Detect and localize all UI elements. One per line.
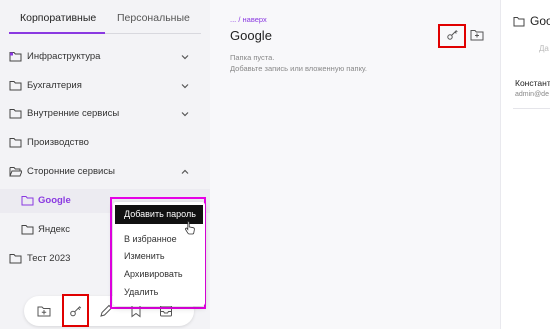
add-folder-button[interactable]	[35, 302, 53, 320]
active-tab-indicator	[9, 32, 105, 34]
tree-item-accounting[interactable]: Бухгалтерия	[0, 74, 210, 98]
breadcrumb[interactable]: ... / наверх	[230, 15, 267, 24]
folder-icon	[21, 225, 34, 235]
folder-shared-icon	[9, 52, 22, 62]
tree-item-label: Инфраструктура	[27, 51, 101, 62]
tree-item-label: Тест 2023	[27, 253, 71, 264]
add-folder-icon	[37, 306, 51, 317]
favorite-menu-item[interactable]: В избранное	[124, 234, 177, 244]
chevron-down-icon[interactable]	[180, 109, 190, 119]
details-title: Goo	[530, 14, 550, 28]
folder-icon	[9, 81, 22, 91]
folder-open-icon	[9, 167, 22, 177]
user-name: Констант	[515, 78, 550, 88]
chevron-down-icon[interactable]	[180, 81, 190, 91]
page-title: Google	[230, 28, 272, 43]
toolbar-key-highlight	[62, 294, 89, 327]
edit-menu-item[interactable]: Изменить	[124, 251, 165, 261]
folder-icon	[9, 254, 22, 264]
tree-item-third-party-services[interactable]: Сторонние сервисы	[0, 160, 210, 184]
folder-icon	[21, 196, 34, 206]
empty-state-title: Папка пуста.	[230, 53, 275, 62]
details-tab[interactable]: Да	[539, 44, 549, 53]
tree-item-internal-services[interactable]: Внутренние сервисы	[0, 102, 210, 126]
folder-icon	[513, 17, 525, 27]
tree-item-label: Внутренние сервисы	[27, 108, 120, 119]
vault-tabs: Корпоративные Персональные	[0, 0, 210, 38]
chevron-up-icon[interactable]	[180, 167, 190, 177]
folder-icon	[9, 109, 22, 119]
tree-item-label: Производство	[27, 137, 89, 148]
tree-item-label: Сторонние сервисы	[27, 166, 115, 177]
folder-content-panel	[210, 0, 500, 329]
tree-item-infrastructure[interactable]: Инфраструктура	[0, 45, 210, 69]
tree-item-label: Яндекс	[38, 224, 70, 235]
tab-corporate[interactable]: Корпоративные	[20, 12, 96, 24]
tree-item-label: Google	[38, 195, 71, 206]
hand-cursor-icon	[184, 221, 195, 235]
add-folder-icon[interactable]	[470, 29, 484, 41]
delete-menu-item[interactable]: Удалить	[124, 287, 158, 297]
details-divider	[513, 108, 550, 109]
user-email: admin@de	[515, 91, 549, 98]
tree-item-label: Бухгалтерия	[27, 80, 82, 91]
folder-icon	[9, 138, 22, 148]
chevron-down-icon[interactable]	[180, 52, 190, 62]
empty-state-hint: Добавьте запись или вложенную папку.	[230, 64, 368, 73]
tab-personal[interactable]: Персональные	[117, 12, 190, 24]
archive-menu-item[interactable]: Архивировать	[124, 269, 183, 279]
tree-item-production[interactable]: Производство	[0, 131, 210, 155]
middle-key-highlight	[438, 24, 466, 48]
